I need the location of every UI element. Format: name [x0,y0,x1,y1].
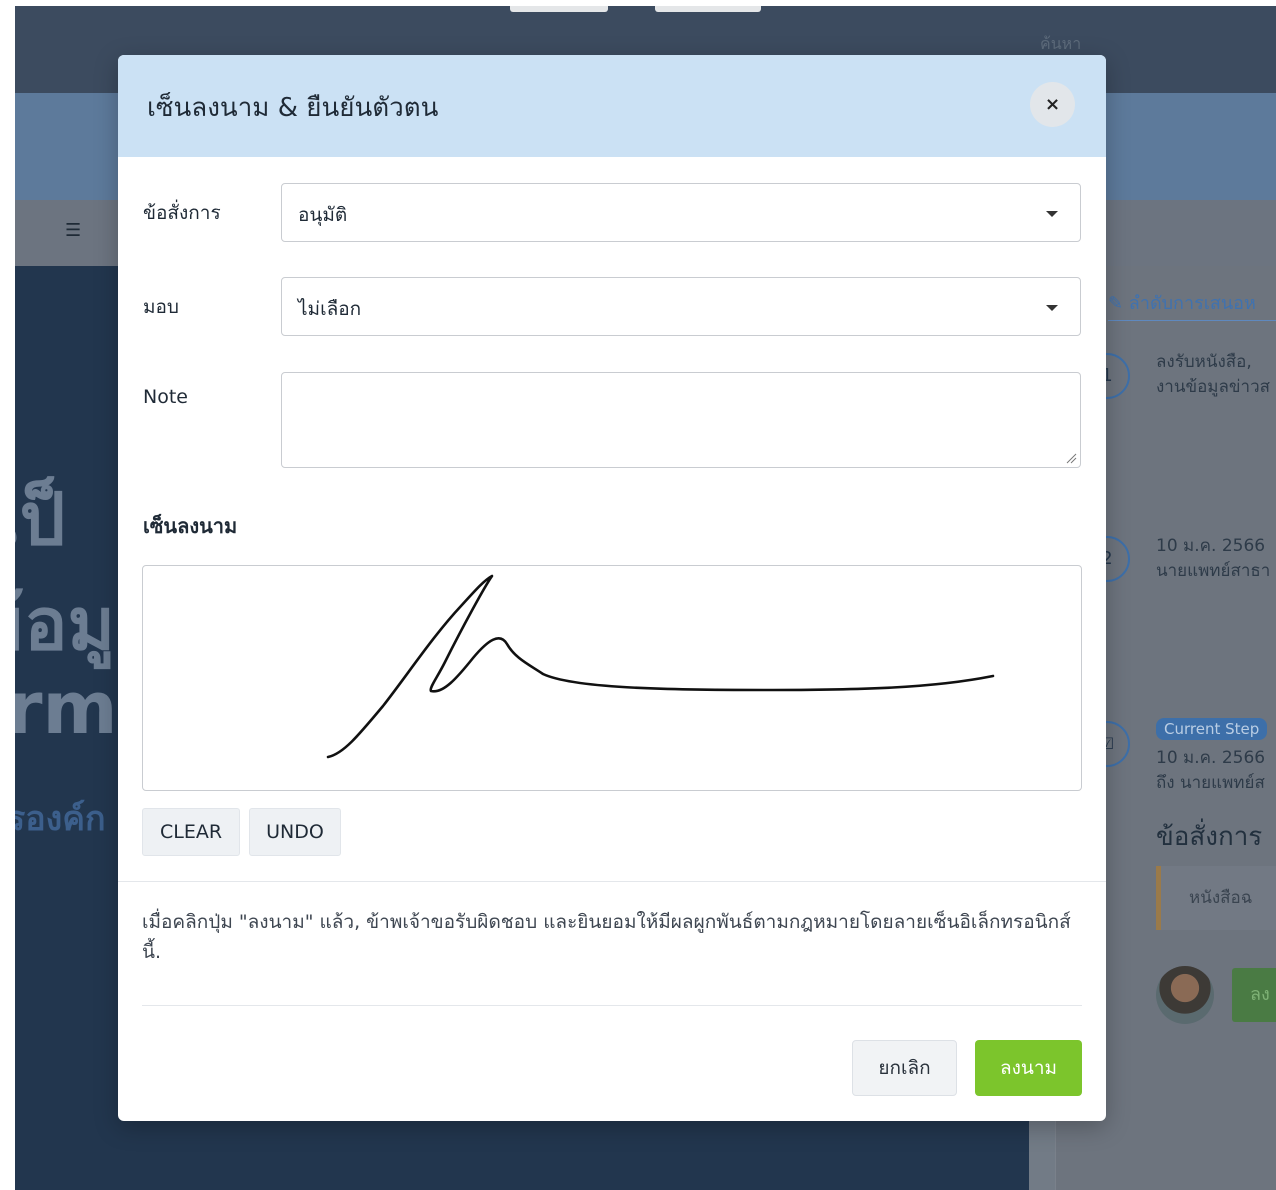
search-label: ค้นหา [1040,34,1082,53]
modal-header: เซ็นลงนาม & ยืนยันตัวตน × [118,55,1106,157]
signature-heading: เซ็นลงนาม [143,514,238,538]
step-text: 10 ม.ค. 2566 ถึง นายแพทย์ส [1156,746,1265,796]
signature-drawing [326,574,995,759]
avatar [1156,966,1214,1024]
note-textarea[interactable] [281,372,1081,468]
order-select[interactable]: อนุมัติ [281,183,1081,242]
sidebar-quote: หนังสือฉ [1156,866,1276,930]
signature-pad[interactable] [142,565,1082,791]
step-line: 10 ม.ค. 2566 [1156,748,1266,768]
step-text: 10 ม.ค. 2566 นายแพทย์สาธา [1156,534,1270,584]
current-step-badge: Current Step [1156,718,1268,740]
hero-text-line: rm [15,666,118,750]
chevron-down-icon [1046,211,1058,217]
chevron-down-icon [1046,305,1058,311]
sign-button[interactable]: ลงนาม [975,1040,1082,1096]
undo-button[interactable]: UNDO [249,808,341,856]
sidebar-title: ✎ ลำดับการเสนอห [1108,293,1256,314]
clear-button[interactable]: CLEAR [142,808,240,856]
close-button[interactable]: × [1030,82,1075,127]
modal-title: เซ็นลงนาม & ยืนยันตัวตน [147,93,439,123]
note-label: Note [143,386,188,408]
resize-grip-icon[interactable] [1065,452,1077,464]
step-line: นายแพทย์สาธา [1156,561,1271,581]
sidebar-sign-button: ลง [1232,968,1276,1022]
legal-disclaimer: เมื่อคลิกปุ่ม "ลงนาม" แล้ว, ข้าพเจ้าขอรั… [142,911,1071,963]
sidebar-divider [1108,320,1276,321]
divider [142,1005,1082,1006]
assign-label: มอบ [143,296,179,318]
assign-select-value: ไม่เลือก [298,298,362,320]
step-line: ลงรับหนังสือ, [1156,352,1252,372]
hero-text-line: ข้อมู [15,582,115,666]
step-line: 10 ม.ค. 2566 [1156,536,1266,556]
step-text: ลงรับหนังสือ, งานข้อมูลข่าวส [1156,350,1270,400]
sign-modal: เซ็นลงนาม & ยืนยันตัวตน × ข้อสั่งการ อนุ… [118,55,1106,1121]
step-line: งานข้อมูลข่าวส [1156,377,1271,397]
nav-tab [655,6,761,12]
assign-select[interactable]: ไม่เลือก [281,277,1081,336]
menu-icon: ☰ [65,220,82,241]
nav-tab [510,6,608,12]
sidebar-heading: ข้อสั่งการ [1156,822,1263,852]
cancel-button[interactable]: ยกเลิก [852,1040,957,1096]
order-select-value: อนุมัติ [298,204,348,226]
order-label: ข้อสั่งการ [143,202,221,224]
divider [118,881,1106,882]
hero-subtitle: รองค์ก [15,799,106,839]
step-line: ถึง นายแพทย์ส [1156,773,1265,793]
close-icon: × [1044,94,1061,115]
hero-text-line: เป็ [15,477,66,561]
